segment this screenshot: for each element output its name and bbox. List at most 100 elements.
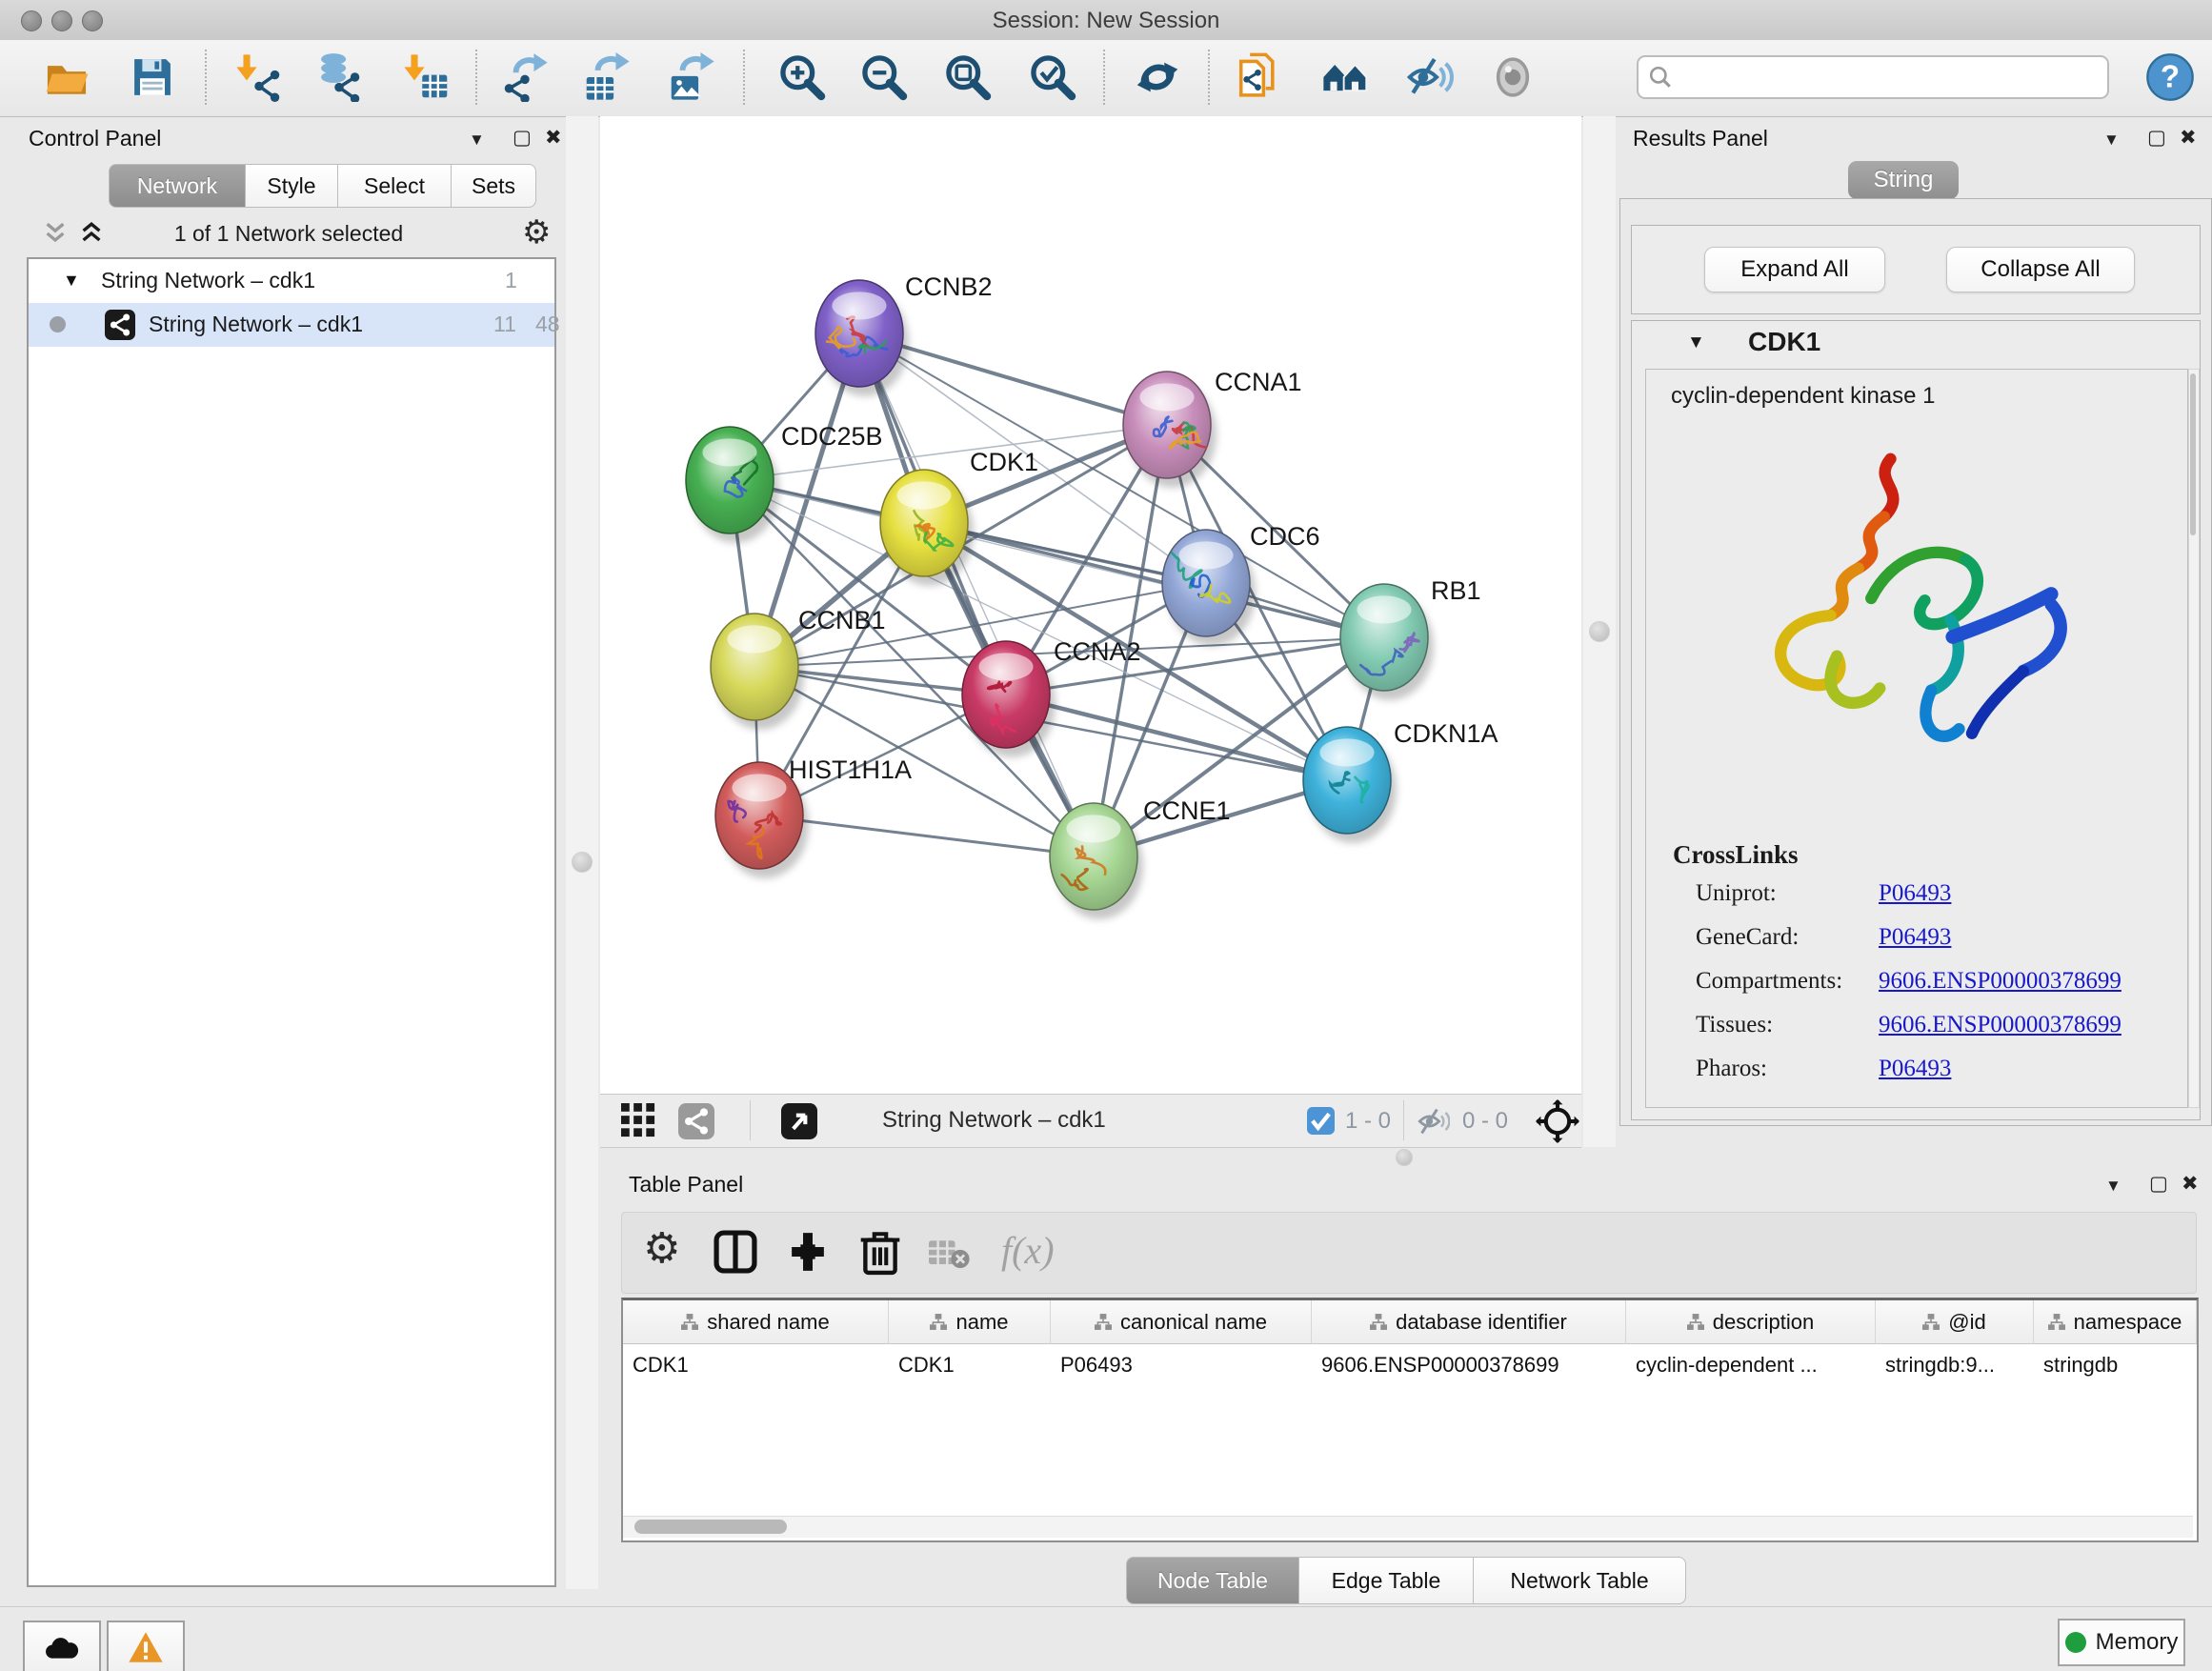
- column-header-canonical-name[interactable]: canonical name: [1051, 1300, 1312, 1344]
- hidden-eye-icon[interactable]: [1418, 1106, 1450, 1137]
- network-node-hist1h1a[interactable]: HIST1H1A: [715, 755, 912, 878]
- crosslink-genecard-link[interactable]: P06493: [1879, 924, 1951, 951]
- crosslink-tissues-link[interactable]: 9606.ENSP00000378699: [1879, 1012, 2122, 1038]
- panel-float-icon[interactable]: ▢: [513, 128, 532, 148]
- section-collapse-icon[interactable]: ▼: [1687, 332, 1705, 353]
- tab-network-table[interactable]: Network Table: [1474, 1557, 1686, 1604]
- node-table[interactable]: shared name name canonical name database…: [621, 1298, 2199, 1542]
- cell-name[interactable]: CDK1: [889, 1344, 1051, 1386]
- cell-description[interactable]: cyclin-dependent ...: [1626, 1344, 1876, 1386]
- apply-layout-button[interactable]: [1129, 49, 1186, 106]
- panel-close-icon[interactable]: ✖: [2182, 1174, 2199, 1194]
- column-header-name[interactable]: name: [889, 1300, 1051, 1344]
- network-badge-gray-icon[interactable]: [678, 1103, 714, 1139]
- collection-expander-icon[interactable]: ▼: [63, 271, 80, 291]
- table-scrollbar-thumb[interactable]: [634, 1520, 787, 1534]
- network-options-gear-icon[interactable]: ⚙: [522, 213, 551, 252]
- warnings-button[interactable]: [107, 1621, 185, 1671]
- splitter-handle[interactable]: [1589, 621, 1610, 642]
- cell-canonical-name[interactable]: P06493: [1051, 1344, 1312, 1386]
- node-label-ccna1: CCNA1: [1215, 368, 1302, 396]
- tab-style[interactable]: Style: [246, 164, 338, 208]
- crosslink-compartments-link[interactable]: 9606.ENSP00000378699: [1879, 968, 2122, 995]
- export-image-button[interactable]: [663, 49, 720, 106]
- panel-menu-icon[interactable]: ▼: [2103, 131, 2120, 148]
- cell-database-identifier[interactable]: 9606.ENSP00000378699: [1312, 1344, 1626, 1386]
- crosslink-uniprot-link[interactable]: P06493: [1879, 880, 1951, 907]
- zoom-out-button[interactable]: [855, 49, 913, 106]
- import-network-database-button[interactable]: [311, 49, 368, 106]
- splitter-handle[interactable]: [572, 852, 593, 873]
- panel-float-icon[interactable]: ▢: [2147, 128, 2166, 148]
- tab-select[interactable]: Select: [338, 164, 452, 208]
- cloud-status-button[interactable]: [23, 1621, 101, 1671]
- panel-float-icon[interactable]: ▢: [2149, 1174, 2168, 1194]
- network-row-selected[interactable]: String Network – cdk1 11 48: [29, 303, 554, 347]
- panel-close-icon[interactable]: ✖: [545, 128, 562, 148]
- cell-id[interactable]: stringdb:9...: [1876, 1344, 2034, 1386]
- network-collection-row[interactable]: ▼ String Network – cdk1 1: [29, 259, 554, 303]
- network-node-rb1[interactable]: RB1: [1340, 576, 1481, 700]
- selected-checkbox-icon[interactable]: [1307, 1107, 1335, 1135]
- show-graphics-details-button[interactable]: [1484, 49, 1541, 106]
- open-view-icon[interactable]: [781, 1103, 817, 1139]
- panel-close-icon[interactable]: ✖: [2180, 128, 2197, 148]
- help-button[interactable]: ?: [2142, 49, 2199, 106]
- column-header-database-identifier[interactable]: database identifier: [1312, 1300, 1626, 1344]
- column-header-shared-name[interactable]: shared name: [623, 1300, 889, 1344]
- import-network-file-button[interactable]: [231, 49, 288, 106]
- column-header-namespace[interactable]: namespace: [2034, 1300, 2197, 1344]
- tab-edge-table[interactable]: Edge Table: [1299, 1557, 1474, 1604]
- string-home-button[interactable]: [1317, 49, 1375, 106]
- toolbar-separator: [743, 50, 745, 105]
- panel-menu-icon[interactable]: ▼: [469, 131, 485, 148]
- collapse-all-button[interactable]: Collapse All: [1946, 247, 2135, 292]
- birds-eye-view-icon[interactable]: [1536, 1099, 1579, 1143]
- results-tab-string[interactable]: String: [1848, 161, 1959, 199]
- show-columns-icon[interactable]: [714, 1230, 757, 1274]
- vertical-splitter-left[interactable]: [566, 116, 598, 1589]
- collection-label: String Network – cdk1: [101, 268, 315, 293]
- export-network-button[interactable]: [496, 49, 553, 106]
- cell-shared-name[interactable]: CDK1: [623, 1344, 889, 1386]
- results-scrollbar[interactable]: [2188, 369, 2200, 1108]
- table-options-gear-icon[interactable]: ⚙: [643, 1224, 680, 1273]
- import-table-file-button[interactable]: [398, 49, 455, 106]
- column-header-id[interactable]: @id: [1876, 1300, 2034, 1344]
- memory-button[interactable]: Memory: [2058, 1619, 2185, 1666]
- zoom-in-button[interactable]: [774, 49, 831, 106]
- enhanced-graphics-toggle-button[interactable]: [1401, 49, 1458, 106]
- clone-network-button[interactable]: [1233, 49, 1290, 106]
- cell-namespace[interactable]: stringdb: [2034, 1344, 2197, 1386]
- save-session-button[interactable]: [124, 49, 181, 106]
- string-network-graph[interactable]: CCNB2CCNA1CDC25BCDK1CDC6RB1CCNB1CCNA2CDK…: [600, 116, 1581, 1094]
- network-node-ccnb2[interactable]: CCNB2: [815, 272, 993, 396]
- tab-sets[interactable]: Sets: [452, 164, 536, 208]
- create-column-plus-icon[interactable]: [786, 1230, 830, 1274]
- tab-network[interactable]: Network: [109, 164, 246, 208]
- network-node-ccnb1[interactable]: CCNB1: [711, 606, 886, 730]
- search-input[interactable]: [1673, 64, 2086, 91]
- panel-menu-icon[interactable]: ▼: [2105, 1178, 2122, 1194]
- network-node-cdkn1a[interactable]: CDKN1A: [1303, 719, 1498, 843]
- network-node-cdc25b[interactable]: CDC25B: [686, 422, 883, 543]
- status-bar: Memory: [0, 1606, 2212, 1671]
- vertical-splitter-right[interactable]: [1583, 116, 1616, 1147]
- open-session-button[interactable]: [38, 49, 95, 106]
- network-node-cdc6[interactable]: CDC6: [1162, 522, 1320, 646]
- network-canvas[interactable]: CCNB2CCNA1CDC25BCDK1CDC6RB1CCNB1CCNA2CDK…: [600, 116, 1581, 1094]
- results-scrollbar-thumb[interactable]: [2190, 373, 2196, 535]
- crosslink-row: Compartments:: [1696, 968, 1842, 995]
- export-table-button[interactable]: [578, 49, 635, 106]
- zoom-selected-button[interactable]: [1024, 49, 1081, 106]
- zoom-fit-button[interactable]: [939, 49, 996, 106]
- toolbar-separator: [475, 50, 477, 105]
- column-header-description[interactable]: description: [1626, 1300, 1876, 1344]
- tab-node-table[interactable]: Node Table: [1126, 1557, 1299, 1604]
- crosslink-pharos-link[interactable]: P06493: [1879, 1056, 1951, 1082]
- grid-view-icon[interactable]: [621, 1103, 657, 1139]
- table-horizontal-scrollbar[interactable]: [623, 1516, 2193, 1538]
- delete-column-trash-icon[interactable]: [858, 1228, 902, 1276]
- network-node-ccne1[interactable]: CCNE1: [1050, 796, 1231, 919]
- expand-all-button[interactable]: Expand All: [1704, 247, 1885, 292]
